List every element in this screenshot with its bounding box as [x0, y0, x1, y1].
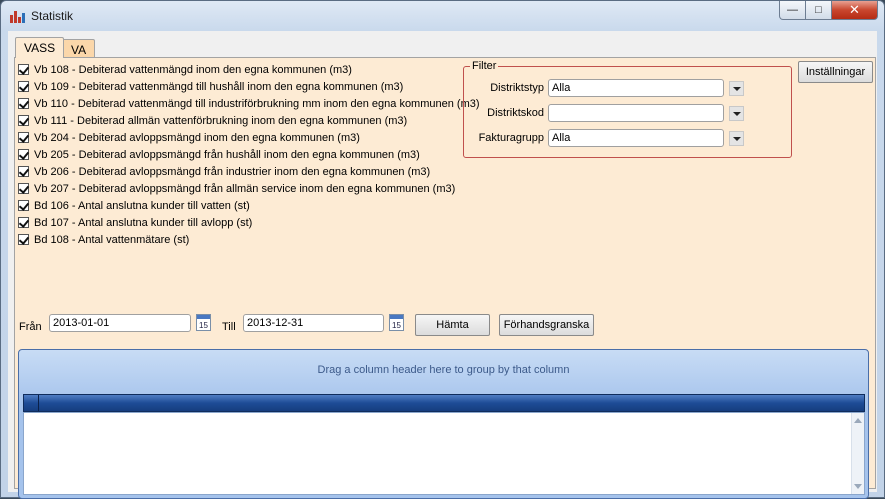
filter-row-distriktstyp: Distriktstyp Alla: [472, 79, 744, 97]
client-area: VASS VA Vb 108 - Debiterad vattenmängd i…: [8, 31, 877, 499]
calendar-icon[interactable]: 15: [389, 314, 404, 331]
checkbox[interactable]: [18, 183, 29, 194]
window-controls: — □ ✕: [779, 1, 878, 21]
checkbox-label[interactable]: Vb 205 - Debiterad avloppsmängd från hus…: [34, 149, 420, 161]
to-date-input[interactable]: 2013-12-31: [243, 314, 384, 332]
checkbox[interactable]: [18, 98, 29, 109]
checkbox-row[interactable]: Vb 108 - Debiterad vattenmängd inom den …: [18, 61, 480, 78]
scroll-up-icon[interactable]: [854, 418, 862, 423]
checkbox-label[interactable]: Vb 109 - Debiterad vattenmängd till hush…: [34, 81, 403, 93]
checkbox-row[interactable]: Vb 110 - Debiterad vattenmängd till indu…: [18, 95, 480, 112]
fetch-button[interactable]: Hämta: [415, 314, 490, 336]
group-by-panel[interactable]: Drag a column header here to group by th…: [19, 364, 868, 376]
filter-legend: Filter: [470, 60, 499, 72]
checkbox[interactable]: [18, 64, 29, 75]
checkbox-row[interactable]: Vb 204 - Debiterad avloppsmängd inom den…: [18, 129, 480, 146]
tab-vass[interactable]: VASS: [15, 37, 65, 58]
grid-body[interactable]: [23, 412, 865, 495]
maximize-button[interactable]: □: [806, 1, 832, 20]
checkbox[interactable]: [18, 234, 29, 245]
checkbox-row[interactable]: Vb 207 - Debiterad avloppsmängd från all…: [18, 180, 480, 197]
checkbox-row[interactable]: Vb 109 - Debiterad vattenmängd till hush…: [18, 78, 480, 95]
chevron-down-icon[interactable]: [729, 105, 744, 121]
checkbox-label[interactable]: Vb 206 - Debiterad avloppsmängd från ind…: [34, 166, 430, 178]
checkbox-label[interactable]: Bd 107 - Antal anslutna kunder till avlo…: [34, 217, 252, 229]
preview-button[interactable]: Förhandsgranska: [499, 314, 594, 336]
filter-row-distriktskod: Distriktskod: [472, 104, 744, 122]
checkbox-row[interactable]: Bd 107 - Antal anslutna kunder till avlo…: [18, 214, 480, 231]
checkbox-row[interactable]: Vb 111 - Debiterad allmän vattenförbrukn…: [18, 112, 480, 129]
scroll-down-icon[interactable]: [854, 484, 862, 489]
grid-header[interactable]: [23, 394, 865, 412]
tab-panel-vass: Vb 108 - Debiterad vattenmängd inom den …: [14, 57, 876, 499]
checkbox[interactable]: [18, 200, 29, 211]
checkbox[interactable]: [18, 166, 29, 177]
checkbox[interactable]: [18, 132, 29, 143]
checkbox[interactable]: [18, 81, 29, 92]
data-grid: Drag a column header here to group by th…: [18, 349, 869, 499]
checkbox[interactable]: [18, 115, 29, 126]
checkbox-label[interactable]: Vb 111 - Debiterad allmän vattenförbrukn…: [34, 115, 407, 127]
settings-button[interactable]: Inställningar: [798, 61, 873, 83]
checkbox-label[interactable]: Bd 108 - Antal vattenmätare (st): [34, 234, 189, 246]
checkbox-label[interactable]: Vb 110 - Debiterad vattenmängd till indu…: [34, 98, 480, 110]
window-title: Statistik: [31, 9, 74, 23]
distriktskod-combobox[interactable]: [548, 104, 724, 122]
checkbox-label[interactable]: Vb 207 - Debiterad avloppsmängd från all…: [34, 183, 455, 195]
minimize-button[interactable]: —: [779, 1, 806, 20]
distriktskod-label: Distriktskod: [487, 107, 544, 119]
checkbox-label[interactable]: Bd 106 - Antal anslutna kunder till vatt…: [34, 200, 250, 212]
chevron-down-icon[interactable]: [729, 80, 744, 96]
row-selector-header[interactable]: [24, 395, 39, 411]
distriktstyp-combobox[interactable]: Alla: [548, 79, 724, 97]
checkbox[interactable]: [18, 149, 29, 160]
filter-group: Filter Distriktstyp Alla Distriktskod Fa…: [463, 60, 792, 158]
fakturagrupp-combobox[interactable]: Alla: [548, 129, 724, 147]
checkbox-row[interactable]: Bd 106 - Antal anslutna kunder till vatt…: [18, 197, 480, 214]
statistics-window: Statistik — □ ✕ VASS VA Vb 108 - Debiter…: [0, 0, 885, 499]
checkbox[interactable]: [18, 217, 29, 228]
measure-checkbox-list: Vb 108 - Debiterad vattenmängd inom den …: [18, 61, 480, 248]
calendar-icon[interactable]: 15: [196, 314, 211, 331]
checkbox-row[interactable]: Bd 108 - Antal vattenmätare (st): [18, 231, 480, 248]
filter-row-fakturagrupp: Fakturagrupp Alla: [472, 129, 744, 147]
vertical-scrollbar[interactable]: [851, 413, 864, 494]
bar-chart-icon: [9, 9, 25, 23]
from-date-input[interactable]: 2013-01-01: [49, 314, 191, 332]
to-label: Till: [222, 321, 236, 333]
from-label: Från: [19, 321, 42, 333]
title-bar[interactable]: Statistik — □ ✕: [1, 1, 884, 31]
tab-va[interactable]: VA: [62, 39, 96, 57]
checkbox-row[interactable]: Vb 206 - Debiterad avloppsmängd från ind…: [18, 163, 480, 180]
fakturagrupp-label: Fakturagrupp: [478, 132, 544, 144]
chevron-down-icon[interactable]: [729, 130, 744, 146]
checkbox-label[interactable]: Vb 108 - Debiterad vattenmängd inom den …: [34, 64, 352, 76]
distriktstyp-label: Distriktstyp: [490, 82, 544, 94]
close-button[interactable]: ✕: [832, 1, 878, 20]
checkbox-label[interactable]: Vb 204 - Debiterad avloppsmängd inom den…: [34, 132, 360, 144]
checkbox-row[interactable]: Vb 205 - Debiterad avloppsmängd från hus…: [18, 146, 480, 163]
